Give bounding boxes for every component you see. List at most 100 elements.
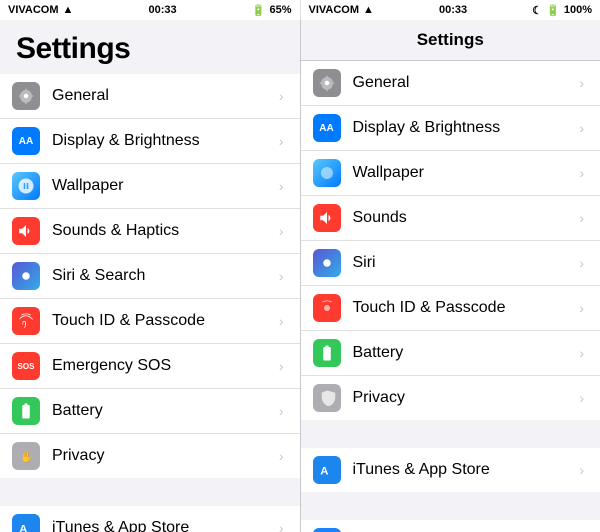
left-privacy-icon: ✋ — [12, 442, 40, 470]
right-battery-icon: 🔋 — [546, 4, 560, 17]
left-sos-chevron: › — [279, 358, 284, 374]
svg-text:A: A — [19, 524, 27, 532]
right-wifi-icon: ▲ — [363, 4, 374, 16]
right-wallpaper-icon — [313, 159, 341, 187]
right-row-itunes[interactable]: A iTunes & App Store › — [301, 448, 600, 492]
left-status-bar: VIVACOM ▲ 00:33 🔋 65% — [0, 0, 300, 20]
left-carrier: VIVACOM — [8, 4, 59, 16]
left-itunes-chevron: › — [279, 520, 284, 532]
right-gap-2 — [301, 492, 600, 520]
left-status-left: VIVACOM ▲ — [8, 4, 73, 16]
left-general-chevron: › — [279, 88, 284, 104]
left-row-sos[interactable]: SOS Emergency SOS › — [0, 344, 300, 389]
right-status-bar: VIVACOM ▲ 00:33 ☾ 🔋 100% — [301, 0, 600, 20]
left-row-itunes[interactable]: A iTunes & App Store › — [0, 506, 300, 532]
right-moon-icon: ☾ — [532, 4, 542, 17]
left-display-label: Display & Brightness — [52, 132, 275, 150]
right-carrier: VIVACOM — [309, 4, 360, 16]
right-display-icon: AA — [313, 114, 341, 142]
main-panels: Settings General › AA Display & Brightne… — [0, 20, 600, 532]
right-row-siri[interactable]: Siri › — [301, 241, 600, 286]
right-siri-label: Siri — [353, 254, 576, 272]
right-battery-pct: 100% — [564, 4, 592, 16]
right-row-mail[interactable]: Mail › — [301, 520, 600, 532]
left-battery-pct: 65% — [269, 4, 291, 16]
status-bars: VIVACOM ▲ 00:33 🔋 65% VIVACOM ▲ 00:33 ☾ … — [0, 0, 600, 20]
right-row-general[interactable]: General › — [301, 61, 600, 106]
left-row-sounds[interactable]: Sounds & Haptics › — [0, 209, 300, 254]
left-itunes-icon: A — [12, 514, 40, 532]
right-row-battery[interactable]: Battery › — [301, 331, 600, 376]
left-display-icon: AA — [12, 127, 40, 155]
right-row-privacy[interactable]: Privacy › — [301, 376, 600, 420]
right-display-label: Display & Brightness — [353, 119, 576, 137]
left-time: 00:33 — [149, 4, 177, 16]
left-row-general[interactable]: General › — [0, 74, 300, 119]
left-siri-icon — [12, 262, 40, 290]
left-panel: Settings General › AA Display & Brightne… — [0, 20, 300, 532]
left-sounds-chevron: › — [279, 223, 284, 239]
left-wifi-icon: ▲ — [63, 4, 74, 16]
left-privacy-chevron: › — [279, 448, 284, 464]
right-status-right: ☾ 🔋 100% — [532, 4, 592, 17]
left-touchid-icon — [12, 307, 40, 335]
right-panel: Settings General › AA Display & Brightne… — [301, 20, 600, 532]
left-row-wallpaper[interactable]: Wallpaper › — [0, 164, 300, 209]
right-panel-title: Settings — [317, 30, 585, 50]
right-sounds-chevron: › — [579, 210, 584, 226]
left-general-label: General — [52, 87, 275, 105]
right-settings-list[interactable]: General › AA Display & Brightness › Wall… — [301, 61, 600, 532]
left-wallpaper-icon — [12, 172, 40, 200]
right-touchid-icon — [313, 294, 341, 322]
right-sounds-label: Sounds — [353, 209, 576, 227]
left-sounds-icon — [12, 217, 40, 245]
left-battery-chevron: › — [279, 403, 284, 419]
right-row-display[interactable]: AA Display & Brightness › — [301, 106, 600, 151]
left-battery-icon — [12, 397, 40, 425]
left-sounds-label: Sounds & Haptics — [52, 222, 275, 240]
left-sos-label: Emergency SOS — [52, 357, 275, 375]
right-group-1: General › AA Display & Brightness › Wall… — [301, 61, 600, 420]
left-touchid-chevron: › — [279, 313, 284, 329]
left-wallpaper-chevron: › — [279, 178, 284, 194]
left-siri-chevron: › — [279, 268, 284, 284]
left-group-1: General › AA Display & Brightness › Wall… — [0, 74, 300, 478]
left-siri-label: Siri & Search — [52, 267, 275, 285]
left-wallpaper-label: Wallpaper — [52, 177, 275, 195]
right-itunes-icon: A — [313, 456, 341, 484]
right-siri-icon — [313, 249, 341, 277]
right-privacy-chevron: › — [579, 390, 584, 406]
right-row-wallpaper[interactable]: Wallpaper › — [301, 151, 600, 196]
left-group-2: A iTunes & App Store › — [0, 506, 300, 532]
right-group-3: Mail › Contacts › 31 Calendar › — [301, 520, 600, 532]
left-battery-icon: 🔋 — [252, 4, 266, 17]
right-panel-header: Settings — [301, 20, 600, 61]
right-gap-1 — [301, 420, 600, 448]
left-row-privacy[interactable]: ✋ Privacy › — [0, 434, 300, 478]
right-row-sounds[interactable]: Sounds › — [301, 196, 600, 241]
right-mail-icon — [313, 528, 341, 532]
left-display-chevron: › — [279, 133, 284, 149]
right-touchid-chevron: › — [579, 300, 584, 316]
left-gap-1 — [0, 478, 300, 506]
svg-text:✋: ✋ — [20, 451, 33, 464]
left-row-display[interactable]: AA Display & Brightness › — [0, 119, 300, 164]
left-panel-header: Settings — [0, 20, 300, 74]
left-settings-list[interactable]: General › AA Display & Brightness › Wall… — [0, 74, 300, 532]
right-display-chevron: › — [579, 120, 584, 136]
right-row-touchid[interactable]: Touch ID & Passcode › — [301, 286, 600, 331]
left-privacy-label: Privacy — [52, 447, 275, 465]
right-siri-chevron: › — [579, 255, 584, 271]
right-itunes-chevron: › — [579, 462, 584, 478]
right-battery-label: Battery — [353, 344, 576, 362]
right-general-chevron: › — [579, 75, 584, 91]
left-touchid-label: Touch ID & Passcode — [52, 312, 275, 330]
left-row-battery[interactable]: Battery › — [0, 389, 300, 434]
left-row-touchid[interactable]: Touch ID & Passcode › — [0, 299, 300, 344]
left-itunes-label: iTunes & App Store — [52, 519, 275, 532]
left-row-siri[interactable]: Siri & Search › — [0, 254, 300, 299]
right-wallpaper-chevron: › — [579, 165, 584, 181]
right-privacy-label: Privacy — [353, 389, 576, 407]
svg-text:A: A — [320, 466, 328, 478]
right-general-icon — [313, 69, 341, 97]
